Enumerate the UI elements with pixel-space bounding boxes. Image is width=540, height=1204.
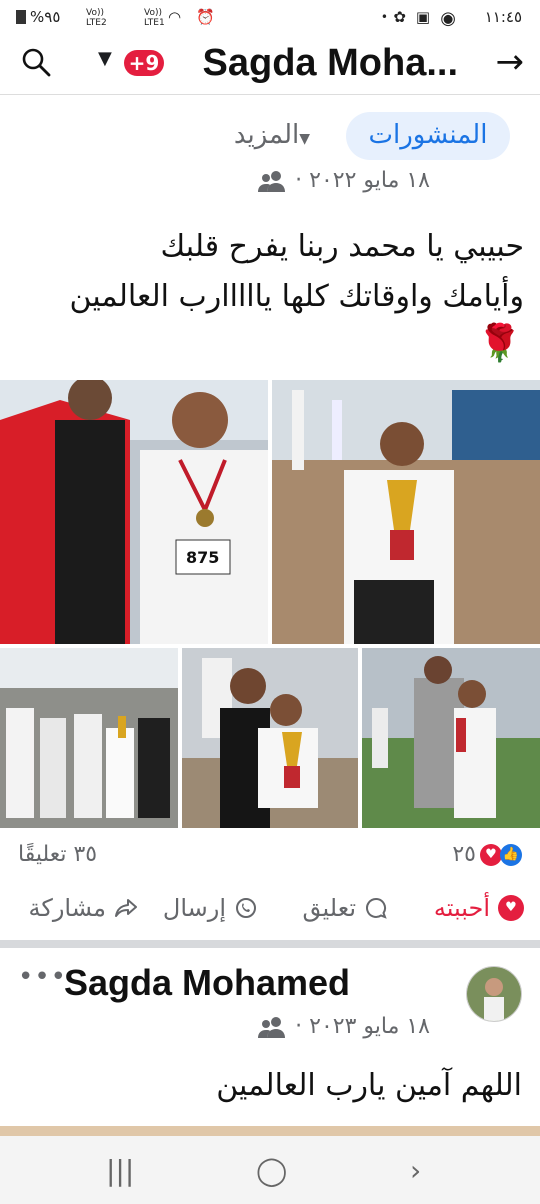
photo-with-man-in-black [182, 648, 358, 828]
tab-posts[interactable]: المنشورات [346, 112, 510, 160]
reactions-summary[interactable]: ٢٥ ♥ 👍 [452, 842, 522, 867]
comment-label: تعليق [302, 894, 356, 922]
photo-runner-with-coach [0, 380, 268, 644]
share-label: مشاركة [28, 894, 106, 922]
post-photo-2[interactable] [272, 380, 540, 644]
notification-badge[interactable]: +9 [124, 50, 164, 76]
comments-count[interactable]: ٣٥ تعليقًا [18, 842, 97, 867]
send-button[interactable]: إرسال [163, 894, 258, 922]
love-icon: ♥ [480, 843, 502, 866]
lte2-label: Vo)) LTE2 [86, 8, 107, 28]
status-dot: • [380, 10, 388, 24]
people-icon [258, 171, 286, 192]
photo-group [0, 648, 178, 828]
post-actions: ♥ أحببته تعليق إرسال مشاركة [0, 890, 540, 940]
avatar[interactable] [466, 966, 522, 1022]
reactions-count: ٢٥ [452, 842, 476, 867]
wifi-icon: ◠ [168, 8, 182, 26]
post-text-line: حبيبي يا محمد ربنا يفرح قلبك [160, 229, 525, 264]
home-icon[interactable]: ◯ [256, 1154, 287, 1187]
comment-button[interactable]: تعليق [303, 894, 388, 922]
post-separator [0, 940, 540, 948]
post-text: حبيبي يا محمد ربنا يفرح قلبك وأيامك واوق… [16, 222, 524, 322]
comment-icon [366, 897, 387, 919]
photo-trophy-holder [272, 380, 540, 644]
gallery-status-icon: ▣ [415, 8, 430, 26]
page-title: Sagda Moha... [202, 42, 458, 84]
photo-on-field [362, 648, 540, 828]
chevron-down-icon: ▼ [299, 131, 310, 147]
post-text: اللهم آمين يارب العالمين [216, 1068, 522, 1103]
status-time: ١١:٤٥ [484, 8, 522, 26]
post-date: ١٨ مايو ٢٠٢٢ · [295, 168, 430, 193]
race-bib-number: 875 [186, 548, 220, 567]
like-button[interactable]: ♥ أحببته [434, 894, 524, 922]
post-meta: ١٨ مايو ٢٠٢٢ · [256, 168, 430, 193]
back-arrow-icon[interactable]: → [496, 42, 525, 82]
sync-status-icon: ✿ [393, 8, 406, 26]
profile-header: ▼ +9 Sagda Moha... → [0, 36, 540, 95]
people-icon [258, 1017, 286, 1038]
alarm-icon: ⏰ [196, 8, 215, 26]
like-label: أحببته [433, 894, 490, 922]
send-label: إرسال [162, 894, 226, 922]
battery-icon [16, 10, 26, 24]
system-nav-bar: ||| ◯ › [0, 1136, 540, 1204]
whatsapp-status-icon: ◉ [440, 8, 456, 29]
whatsapp-icon [236, 898, 256, 918]
avatar-image [467, 967, 521, 1021]
post-meta: ١٨ مايو ٢٠٢٣ · [256, 1014, 430, 1039]
battery-level: %٩٥ [30, 8, 61, 26]
share-icon [115, 899, 137, 917]
post-photo-4[interactable] [182, 648, 358, 828]
post-date: ١٨ مايو ٢٠٢٣ · [295, 1014, 430, 1039]
tab-more[interactable]: المزيد▼ [234, 112, 318, 160]
next-post-preview [0, 1126, 540, 1136]
rose-emoji: 🌹 [477, 323, 522, 364]
status-bar: ١١:٤٥ ◉ ▣ ✿ • %٩٥ Vo)) LTE2 Vo)) LTE1 ◠ … [0, 0, 540, 36]
notifications-caret-icon[interactable]: ▼ [98, 48, 112, 69]
share-button[interactable]: مشاركة [29, 894, 138, 922]
back-nav-icon[interactable]: › [410, 1154, 421, 1187]
post-text-line: وأيامك واوقاتك كلها يااااارب العالمين [69, 279, 524, 314]
post-author-name[interactable]: Sagda Mohamed [64, 962, 350, 1004]
post-photo-1[interactable]: 875 [0, 380, 268, 644]
search-icon[interactable] [20, 46, 52, 78]
tab-more-label: المزيد [233, 120, 300, 150]
post-photo-3[interactable] [0, 648, 178, 828]
love-icon: ♥ [498, 895, 524, 921]
post-photo-5[interactable] [362, 648, 540, 828]
like-icon: 👍 [500, 843, 522, 866]
post-menu-icon[interactable]: ••• [18, 962, 67, 992]
recent-apps-icon[interactable]: ||| [106, 1154, 134, 1187]
